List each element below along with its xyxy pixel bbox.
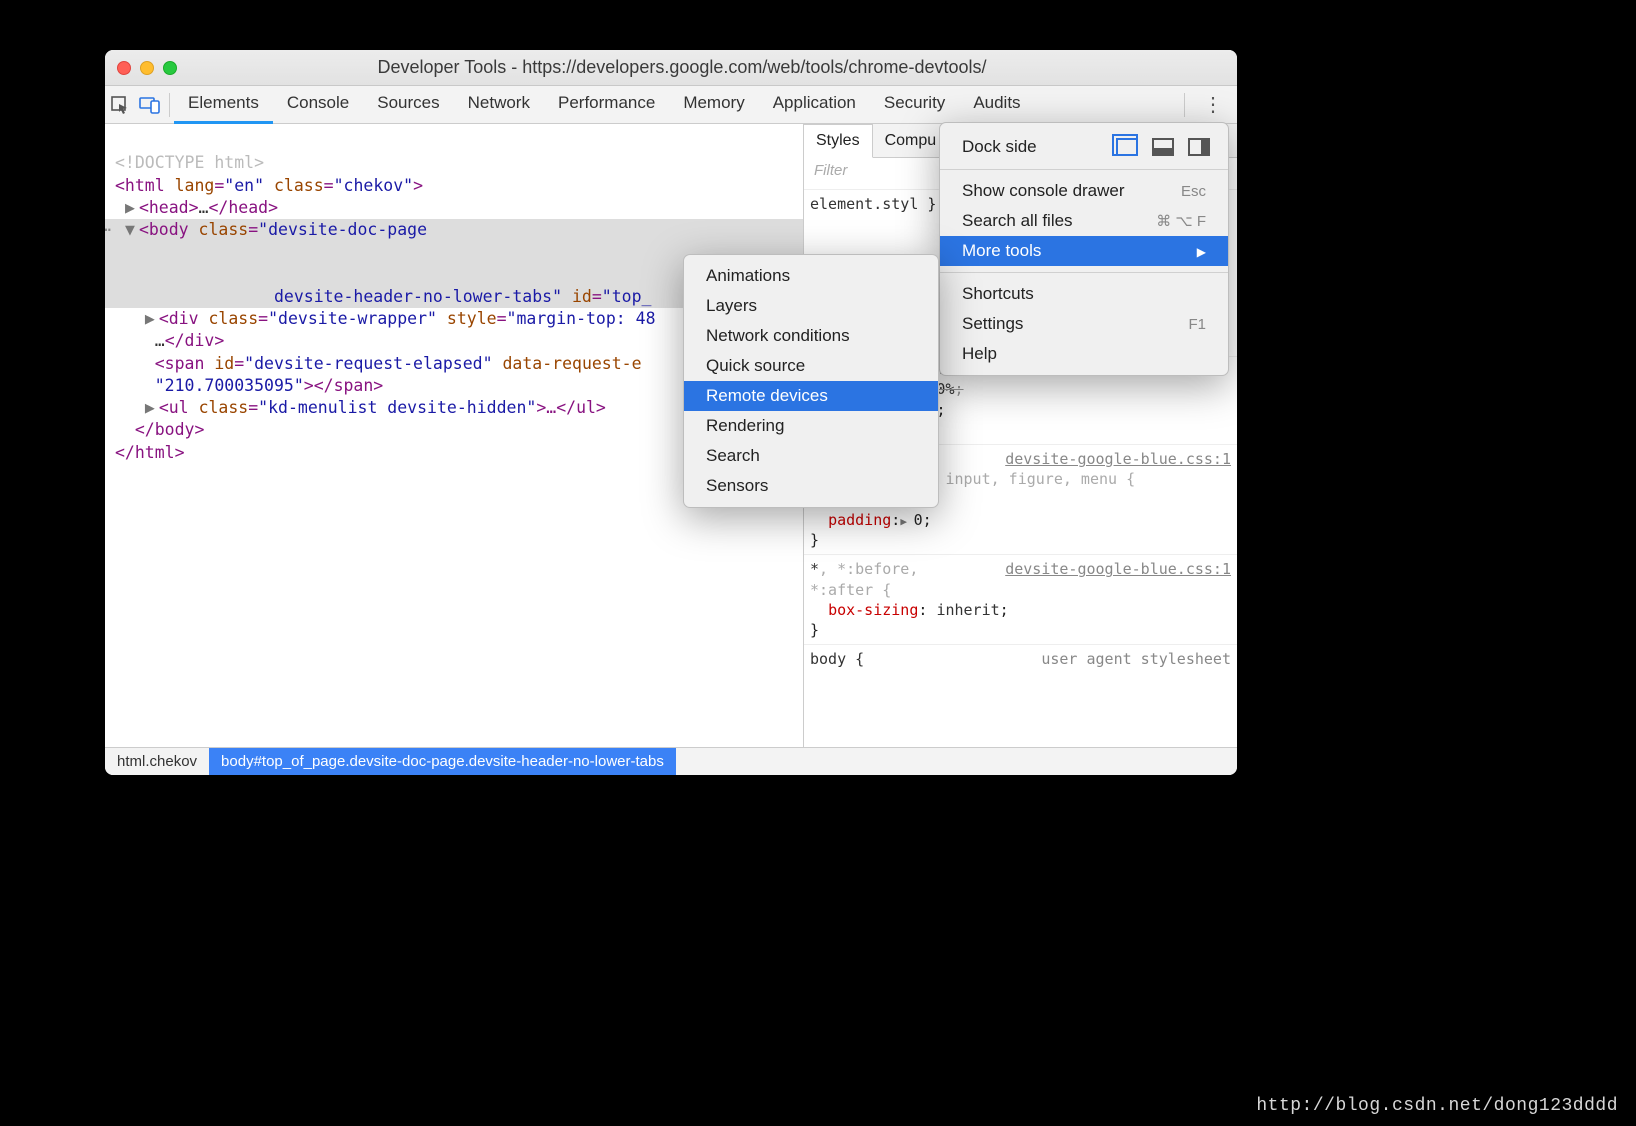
expand-collapse-icon[interactable]: ▼: [125, 219, 139, 241]
breadcrumb-item-selected[interactable]: body#top_of_page.devsite-doc-page.devsit…: [209, 748, 676, 775]
toolbar-divider: [1184, 93, 1185, 117]
submenu-layers[interactable]: Layers: [684, 291, 938, 321]
toolbar-divider: [169, 93, 170, 117]
dom-node[interactable]: <head>: [139, 198, 199, 217]
tab-application[interactable]: Application: [759, 85, 870, 124]
dom-node[interactable]: <ul: [159, 398, 199, 417]
dock-bottom-icon[interactable]: [1152, 138, 1174, 156]
dock-right-icon[interactable]: [1188, 138, 1210, 156]
traffic-lights: [117, 61, 177, 75]
dom-node[interactable]: </body>: [135, 420, 205, 439]
dom-node[interactable]: <div: [159, 309, 209, 328]
menu-settings[interactable]: SettingsF1: [940, 309, 1228, 339]
main-menu: Dock side Show console drawerEsc Search …: [939, 122, 1229, 376]
minimize-window-button[interactable]: [140, 61, 154, 75]
panel-tabs: Elements Console Sources Network Perform…: [174, 85, 1035, 124]
more-options-icon[interactable]: ⋮: [1189, 92, 1237, 117]
close-window-button[interactable]: [117, 61, 131, 75]
menu-shortcuts[interactable]: Shortcuts: [940, 279, 1228, 309]
dom-node[interactable]: </html>: [115, 443, 185, 462]
inspect-element-icon[interactable]: [105, 95, 135, 115]
window-title: Developer Tools - https://developers.goo…: [189, 57, 1225, 78]
submenu-sensors[interactable]: Sensors: [684, 471, 938, 501]
stylesheet-link[interactable]: devsite-google-blue.css:1: [1005, 449, 1237, 469]
styles-tab-computed[interactable]: Compu: [873, 124, 950, 157]
menu-more-tools[interactable]: More tools: [940, 236, 1228, 266]
submenu-animations[interactable]: Animations: [684, 261, 938, 291]
device-toggle-icon[interactable]: [135, 95, 165, 115]
submenu-network-conditions[interactable]: Network conditions: [684, 321, 938, 351]
breadcrumb-item[interactable]: html.chekov: [105, 748, 209, 775]
menu-show-console[interactable]: Show console drawerEsc: [940, 176, 1228, 206]
menu-search-files[interactable]: Search all files⌘ ⌥ F: [940, 206, 1228, 236]
dom-node[interactable]: <html: [115, 176, 175, 195]
submenu-remote-devices[interactable]: Remote devices: [684, 381, 938, 411]
tab-security[interactable]: Security: [870, 85, 959, 124]
tab-audits[interactable]: Audits: [959, 85, 1034, 124]
user-agent-label: user agent stylesheet: [1041, 649, 1237, 669]
watermark: http://blog.csdn.net/dong123dddd: [1256, 1096, 1618, 1116]
devtools-window: Developer Tools - https://developers.goo…: [105, 50, 1237, 775]
dock-undock-icon[interactable]: [1116, 138, 1138, 156]
devtools-toolbar: Elements Console Sources Network Perform…: [105, 86, 1237, 124]
tab-network[interactable]: Network: [454, 85, 544, 124]
titlebar: Developer Tools - https://developers.goo…: [105, 50, 1237, 86]
tab-performance[interactable]: Performance: [544, 85, 669, 124]
dock-side-row: Dock side: [940, 129, 1228, 163]
submenu-rendering[interactable]: Rendering: [684, 411, 938, 441]
stylesheet-link[interactable]: devsite-google-blue.css:1: [1005, 559, 1237, 579]
tab-sources[interactable]: Sources: [363, 85, 453, 124]
dom-node-selected[interactable]: <body: [139, 220, 199, 239]
dom-node[interactable]: <!DOCTYPE html>: [115, 153, 264, 172]
tab-elements[interactable]: Elements: [174, 85, 273, 124]
expand-collapse-icon[interactable]: ▶: [125, 197, 139, 219]
submenu-search[interactable]: Search: [684, 441, 938, 471]
dom-node[interactable]: <span: [155, 354, 215, 373]
menu-help[interactable]: Help: [940, 339, 1228, 369]
more-tools-submenu: Animations Layers Network conditions Qui…: [683, 254, 939, 508]
expand-collapse-icon[interactable]: ▶: [145, 308, 159, 330]
maximize-window-button[interactable]: [163, 61, 177, 75]
breadcrumb: html.chekov body#top_of_page.devsite-doc…: [105, 747, 1237, 775]
styles-tab-styles[interactable]: Styles: [804, 124, 873, 158]
expand-collapse-icon[interactable]: ▶: [145, 397, 159, 419]
submenu-quick-source[interactable]: Quick source: [684, 351, 938, 381]
tab-memory[interactable]: Memory: [669, 85, 758, 124]
tab-console[interactable]: Console: [273, 85, 363, 124]
